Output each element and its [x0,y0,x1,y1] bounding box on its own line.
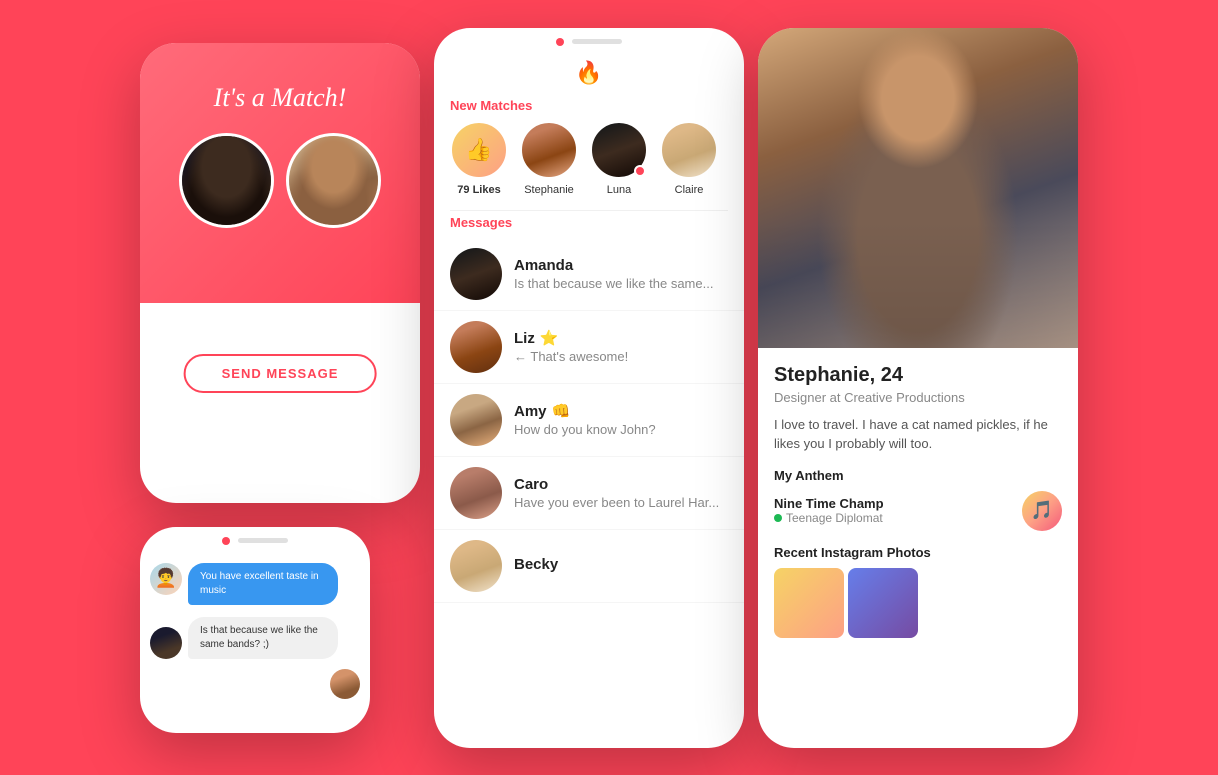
match-avatars [140,133,420,228]
instagram-title: Recent Instagram Photos [774,545,1062,560]
left-column: It's a Match! SEND MESSAGE 🧑‍🦱 [140,43,420,733]
user-avatar [179,133,274,228]
message-liz[interactable]: Liz ⭐ ← That's awesome! [434,311,744,384]
liz-preview: ← That's awesome! [514,349,728,364]
chat-phone-notch [222,537,288,545]
anthem-artist-name: Teenage Diplomat [786,511,883,525]
match-title: It's a Match! [140,83,420,113]
chat-user-avatar [150,627,182,659]
amy-name: Amy 👊 [514,402,728,420]
match-stephanie[interactable]: Stephanie [520,121,578,196]
amanda-preview: Is that because we like the same... [514,276,728,291]
likes-avatar-wrap: 👍 [450,121,508,179]
instagram-photos [774,568,1062,638]
messages-inner: 🔥 New Matches 👍 79 Likes [434,28,744,748]
profile-details: Stephanie, 24 Designer at Creative Produ… [758,348,1078,748]
profile-inner: Stephanie, 24 Designer at Creative Produ… [758,28,1078,748]
liz-emoji: ⭐ [540,329,559,347]
chat-bubble-received: Is that because we like the same bands? … [188,617,338,659]
message-becky[interactable]: Becky [434,530,744,603]
amy-content: Amy 👊 How do you know John? [514,402,728,437]
anthem-song: Nine Time Champ [774,496,1012,511]
chat-phone-camera [222,537,230,545]
caro-content: Caro Have you ever been to Laurel Har... [514,476,728,510]
becky-name: Becky [514,556,728,573]
claire-avatar [660,121,718,179]
match-luna[interactable]: Luna [590,121,648,196]
stephanie-avatar [520,121,578,179]
anthem-info: Nine Time Champ Teenage Diplomat [774,496,1012,525]
phones-wrapper: It's a Match! SEND MESSAGE 🧑‍🦱 [140,28,1078,748]
profile-bio: I love to travel. I have a cat named pic… [774,415,1062,454]
chat-bubble-sent: You have excellent taste in music [188,563,338,605]
becky-avatar [450,540,502,592]
amanda-name: Amanda [514,257,728,274]
profile-photo [758,28,1078,348]
stephanie-name: Stephanie [524,184,574,196]
chat-phone: 🧑‍🦱 You have excellent taste in music Is… [140,527,370,733]
amanda-avatar [450,248,502,300]
caro-name: Caro [514,476,728,493]
likes-avatar: 👍 [450,121,508,179]
profile-name: Stephanie, 24 [774,364,1062,387]
becky-content: Becky [514,556,728,575]
message-amanda[interactable]: Amanda Is that because we like the same.… [434,238,744,311]
claire-avatar-wrap [660,121,718,179]
new-matches-label: New Matches [434,98,744,121]
tinder-logo: 🔥 [434,60,744,86]
messages-phone-speaker [572,39,622,44]
liz-avatar [450,321,502,373]
divider [450,210,728,211]
stephanie-avatar-wrap [520,121,578,179]
instagram-photo-2[interactable] [848,568,918,638]
liz-name: Liz ⭐ [514,329,728,347]
claire-name: Claire [675,184,704,196]
likes-icon: 👍 [452,123,506,177]
chat-phone-speaker [238,538,288,543]
instagram-photo-1[interactable] [774,568,844,638]
profile-phone: Stephanie, 24 Designer at Creative Produ… [758,28,1078,748]
profile-job: Designer at Creative Productions [774,390,1062,405]
amy-preview: How do you know John? [514,422,728,437]
caro-preview: Have you ever been to Laurel Har... [514,495,728,510]
messages-phone-camera [556,38,564,46]
spotify-icon [774,514,782,522]
chat-match-avatar [330,669,360,699]
messages-list: Amanda Is that because we like the same.… [434,238,744,748]
send-message-button[interactable]: SEND MESSAGE [184,354,377,393]
profile-photo-overlay [758,28,1078,348]
luna-avatar-wrap [590,121,648,179]
message-amy[interactable]: Amy 👊 How do you know John? [434,384,744,457]
luna-online-indicator [634,165,646,177]
caro-avatar [450,467,502,519]
message-caro[interactable]: Caro Have you ever been to Laurel Har... [434,457,744,530]
liz-content: Liz ⭐ ← That's awesome! [514,329,728,364]
amanda-content: Amanda Is that because we like the same.… [514,257,728,291]
match-claire[interactable]: Claire [660,121,718,196]
tinder-flame-icon: 🔥 [575,60,602,86]
likes-count: 79 Likes [457,184,500,196]
amy-emoji: 👊 [552,402,571,420]
chat-content: 🧑‍🦱 You have excellent taste in music Is… [140,527,370,733]
anthem-row: Nine Time Champ Teenage Diplomat 🎵 [774,491,1062,531]
amy-avatar [450,394,502,446]
match-phone: It's a Match! SEND MESSAGE [140,43,420,503]
anthem-artist: Teenage Diplomat [774,511,1012,525]
my-anthem-title: My Anthem [774,468,1062,483]
anthem-disc: 🎵 [1022,491,1062,531]
likes-item[interactable]: 👍 79 Likes [450,121,508,196]
bitmoji-avatar: 🧑‍🦱 [150,563,182,595]
messages-phone: 🔥 New Matches 👍 79 Likes [434,28,744,748]
new-matches-row: 👍 79 Likes Stephanie [434,121,744,210]
messages-phone-notch [556,38,622,46]
messages-label: Messages [434,215,744,238]
luna-name: Luna [607,184,631,196]
match-avatar [286,133,381,228]
